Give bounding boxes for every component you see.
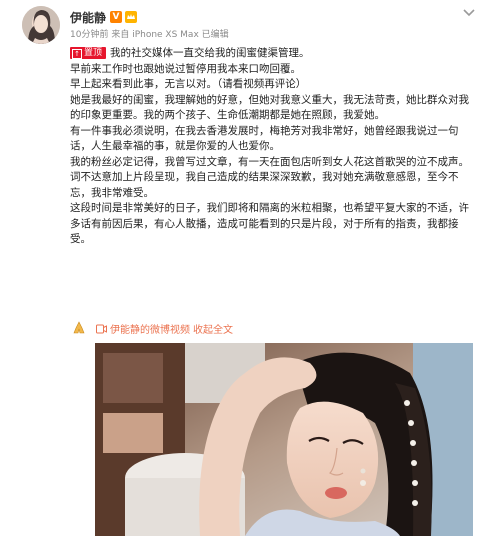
paragraph: 早前来工作时也跟她说过暂停用我本来口吻回覆。 xyxy=(70,62,301,75)
paragraph: 我的粉丝必定记得，我曾写过文章，有一天在面包店听到女人花这首歌哭的泣不成声。 xyxy=(70,155,469,168)
video-icon xyxy=(96,324,107,333)
video-link-row: 伊能静的微博视频 收起全文 xyxy=(96,321,233,336)
pin-icon: ↑ xyxy=(72,49,82,59)
avatar-image xyxy=(22,6,60,44)
video-frame xyxy=(95,343,473,536)
paragraph: 词不达意加上片段呈现，我自己造成的结果深深致歉，我对她充满敬意感恩，至今不忘，我… xyxy=(70,171,459,199)
crown-icon xyxy=(125,11,138,23)
post-timestamp: 10分钟前 xyxy=(70,30,109,40)
author-name[interactable]: 伊能静 xyxy=(70,9,106,26)
paragraph: 这段时间是非常美好的日子，我们即将和隔离的米粒相聚，也希望平复大家的不适，许多话… xyxy=(70,202,469,245)
paragraph: 早上起来看到此事，无言以对。（请看视频再评论） xyxy=(70,78,307,90)
paragraph-text: 我的社交媒体一直交给我的闺蜜健渠管理。 xyxy=(110,47,310,59)
paragraph: ↑ 置顶 我的社交媒体一直交给我的闺蜜健渠管理。 xyxy=(70,46,478,62)
chevron-down-icon[interactable] xyxy=(462,8,476,18)
post-content: ↑ 置顶 我的社交媒体一直交给我的闺蜜健渠管理。 早前来工作时也跟她说过暂停用我本来… xyxy=(70,46,478,248)
video-link[interactable]: 伊能静的微博视频 xyxy=(110,321,190,336)
praying-hands-icon xyxy=(73,321,85,334)
post-meta: 10分钟前 来自 iPhone XS Max 已编辑 xyxy=(70,27,229,40)
author-row: 伊能静 V xyxy=(70,9,138,26)
avatar[interactable] xyxy=(22,6,60,44)
vip-badge-icon: V xyxy=(110,11,123,23)
video-player[interactable] xyxy=(95,343,473,536)
collapse-text-link[interactable]: 收起全文 xyxy=(193,321,233,336)
post-source: 来自 iPhone XS Max xyxy=(111,30,199,40)
paragraph: 有一件事我必须说明，在我去香港发展时，梅艳芳对我非常好，她曾经跟我说过一句话，人… xyxy=(70,124,459,153)
paragraph: 她是我最好的闺蜜，我理解她的好意，但她对我意义重大，我无法苛责，她比群众对我的印… xyxy=(70,93,469,122)
post-header: 伊能静 V 10分钟前 来自 iPhone XS Max 已编辑 xyxy=(0,0,500,48)
post-edited: 已编辑 xyxy=(201,30,229,40)
pinned-label: 置顶 xyxy=(84,48,103,58)
pinned-badge: ↑ 置顶 xyxy=(70,47,107,59)
